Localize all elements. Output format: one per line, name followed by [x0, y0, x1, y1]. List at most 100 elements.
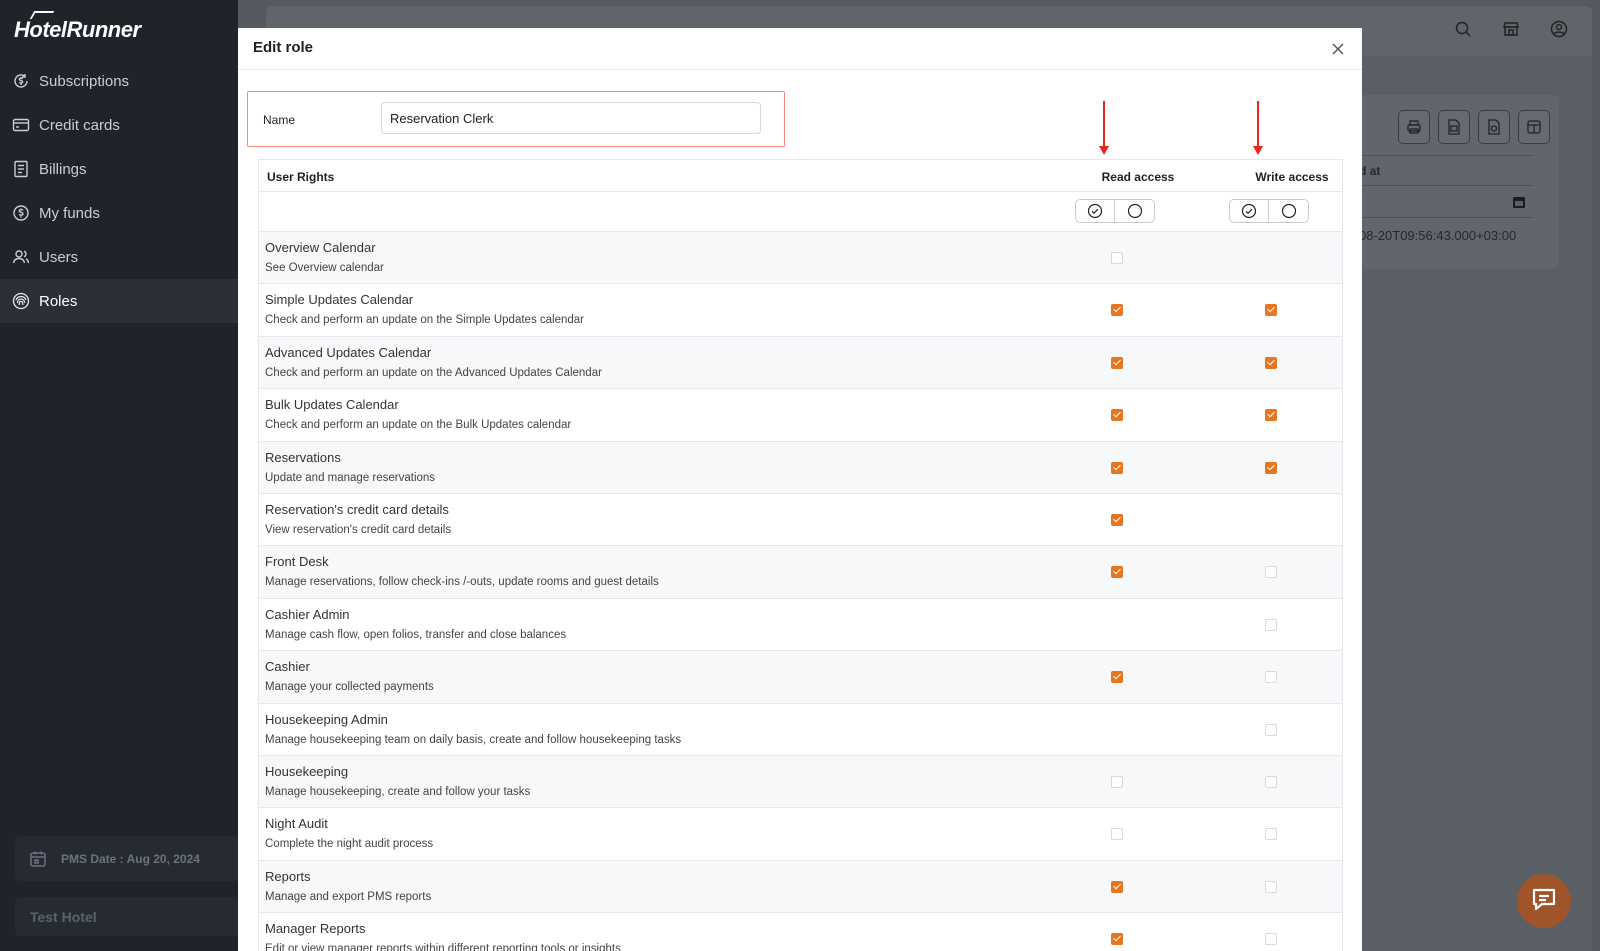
- sidebar-item-my-funds[interactable]: My funds: [0, 191, 238, 235]
- excel-export-icon[interactable]: [1438, 110, 1470, 144]
- clear-all-write-button[interactable]: [1269, 199, 1309, 223]
- read-access-checkbox[interactable]: [1111, 566, 1123, 579]
- read-access-checkbox[interactable]: [1111, 356, 1123, 369]
- sidebar-nav: Subscriptions Credit cards Billings My fund…: [0, 59, 238, 323]
- empty-circle-icon: [1127, 203, 1142, 219]
- background-cell-value: 08-20T09:56:43.000+03:00: [1359, 228, 1517, 243]
- right-title: Reports: [265, 868, 311, 884]
- edit-role-modal: Edit role Name User Rights Read access W…: [238, 28, 1362, 951]
- write-access-checkbox[interactable]: [1265, 304, 1277, 317]
- table-row: Night Audit Complete the night audit proc…: [259, 808, 1342, 861]
- write-access-checkbox[interactable]: [1265, 723, 1277, 736]
- write-access-annotation-arrow: [1253, 101, 1263, 155]
- store-icon[interactable]: [1502, 20, 1520, 38]
- right-description: Check and perform an update on the Simpl…: [265, 314, 585, 327]
- table-row: Simple Updates Calendar Check and perform…: [259, 284, 1342, 337]
- read-access-checkbox[interactable]: [1111, 513, 1123, 526]
- background-toolbar: [1398, 110, 1550, 144]
- modal-header: Edit role: [238, 28, 1362, 70]
- write-access-checkbox[interactable]: [1265, 409, 1277, 422]
- read-access-checkbox[interactable]: [1111, 461, 1123, 474]
- read-access-checkbox[interactable]: [1111, 775, 1123, 788]
- role-name-input[interactable]: [381, 102, 761, 134]
- write-access-checkbox[interactable]: [1265, 356, 1277, 369]
- right-description: See Overview calendar: [265, 262, 384, 274]
- columns-icon[interactable]: [1518, 110, 1550, 144]
- right-title: Simple Updates Calendar: [265, 292, 414, 308]
- write-access-checkbox[interactable]: [1265, 775, 1277, 788]
- select-all-write-button[interactable]: [1229, 199, 1269, 223]
- table-row: Reports Manage and export PMS reports: [259, 860, 1342, 914]
- right-title: Manager Reports: [265, 921, 366, 937]
- right-description: Manage cash flow, open folios, transfer …: [265, 628, 567, 641]
- read-access-checkbox[interactable]: [1111, 671, 1123, 684]
- file-export-icon[interactable]: [1478, 110, 1510, 144]
- sidebar-item-credit-cards[interactable]: Credit cards: [0, 103, 238, 147]
- user-avatar-icon[interactable]: [1550, 20, 1568, 38]
- table-row: Reservations Update and manage reservatio…: [259, 441, 1342, 494]
- user-rights-header: User Rights: [267, 170, 335, 184]
- read-access-checkbox[interactable]: [1111, 880, 1123, 893]
- read-access-checkbox[interactable]: [1111, 828, 1123, 841]
- role-name-field-group: Name: [247, 91, 785, 147]
- hotelrunner-logo[interactable]: HotelRunner: [14, 11, 141, 43]
- table-row: Overview Calendar See Overview calendar: [259, 232, 1342, 285]
- sidebar-item-billings[interactable]: Billings: [0, 147, 238, 191]
- rights-rows: Overview Calendar See Overview calendar Si…: [259, 232, 1342, 951]
- user-rights-table: User Rights Read access Write access Ove…: [258, 159, 1343, 951]
- chat-button[interactable]: [1517, 874, 1571, 928]
- right-title: Housekeeping Admin: [265, 711, 388, 727]
- table-row: Housekeeping Manage housekeeping, create …: [259, 755, 1342, 809]
- write-access-checkbox[interactable]: [1265, 618, 1277, 631]
- table-row: Cashier Manage your collected payments: [259, 651, 1342, 704]
- right-description: Complete the night audit process: [265, 838, 434, 851]
- table-row: Cashier Admin Manage cash flow, open foli…: [259, 599, 1342, 652]
- read-access-checkbox[interactable]: [1111, 304, 1123, 317]
- write-access-checkbox[interactable]: [1265, 461, 1277, 474]
- sidebar-item-roles[interactable]: Roles: [0, 279, 238, 323]
- right-description: Update and manage reservations: [265, 471, 436, 484]
- calendar-icon[interactable]: [1512, 195, 1526, 209]
- write-access-checkbox[interactable]: [1265, 671, 1277, 684]
- write-access-checkbox[interactable]: [1265, 566, 1277, 579]
- table-row: Manager Reports Edit or view manager repo…: [259, 913, 1342, 951]
- check-circle-icon: [1241, 203, 1257, 219]
- right-title: Cashier: [265, 659, 310, 675]
- search-icon[interactable]: [1454, 20, 1472, 38]
- right-description: View reservation's credit card details: [265, 523, 452, 536]
- sidebar-item-subscriptions[interactable]: Subscriptions: [0, 59, 238, 103]
- right-description: Manage housekeeping team on daily basis,…: [265, 733, 682, 746]
- select-all-read-button[interactable]: [1075, 199, 1115, 223]
- right-title: Reservations: [265, 449, 341, 465]
- right-title: Reservation's credit card details: [265, 501, 449, 517]
- sidebar-item-label: Subscriptions: [39, 72, 130, 90]
- right-title: Night Audit: [265, 816, 328, 832]
- write-access-checkbox[interactable]: [1265, 933, 1277, 946]
- right-description: Check and perform an update on the Advan…: [265, 366, 602, 379]
- table-header: User Rights Read access Write access: [259, 160, 1342, 192]
- right-title: Cashier Admin: [265, 606, 350, 622]
- hotel-selector[interactable]: Test Hotel: [15, 897, 238, 936]
- table-row: Advanced Updates Calendar Check and perfo…: [259, 336, 1342, 390]
- top-bar-icons: [1454, 20, 1568, 38]
- sidebar-item-users[interactable]: Users: [0, 235, 238, 279]
- close-icon[interactable]: [1330, 41, 1346, 57]
- print-icon[interactable]: [1398, 110, 1430, 144]
- read-access-checkbox[interactable]: [1111, 252, 1123, 264]
- pms-date-widget[interactable]: PMS Date : Aug 20, 2024: [15, 836, 238, 881]
- read-access-checkbox[interactable]: [1111, 409, 1123, 422]
- right-title: Bulk Updates Calendar: [265, 397, 399, 413]
- users-icon: [12, 248, 30, 266]
- read-access-checkbox[interactable]: [1111, 933, 1123, 946]
- dollar-circle-icon: [12, 204, 30, 222]
- write-access-checkbox[interactable]: [1265, 828, 1277, 841]
- screen: HotelRunner Subscriptions Credit cards Bil…: [0, 0, 1600, 951]
- write-access-checkbox[interactable]: [1265, 880, 1277, 893]
- background-column-header: d at: [1339, 155, 1534, 186]
- table-row: Front Desk Manage reservations, follow ch…: [259, 546, 1342, 599]
- pms-date-text: PMS Date : Aug 20, 2024: [61, 851, 200, 866]
- clear-all-read-button[interactable]: [1115, 199, 1155, 223]
- bulk-select-row: [259, 192, 1342, 232]
- sidebar-item-label: Roles: [39, 292, 78, 310]
- calendar-icon: [29, 850, 47, 868]
